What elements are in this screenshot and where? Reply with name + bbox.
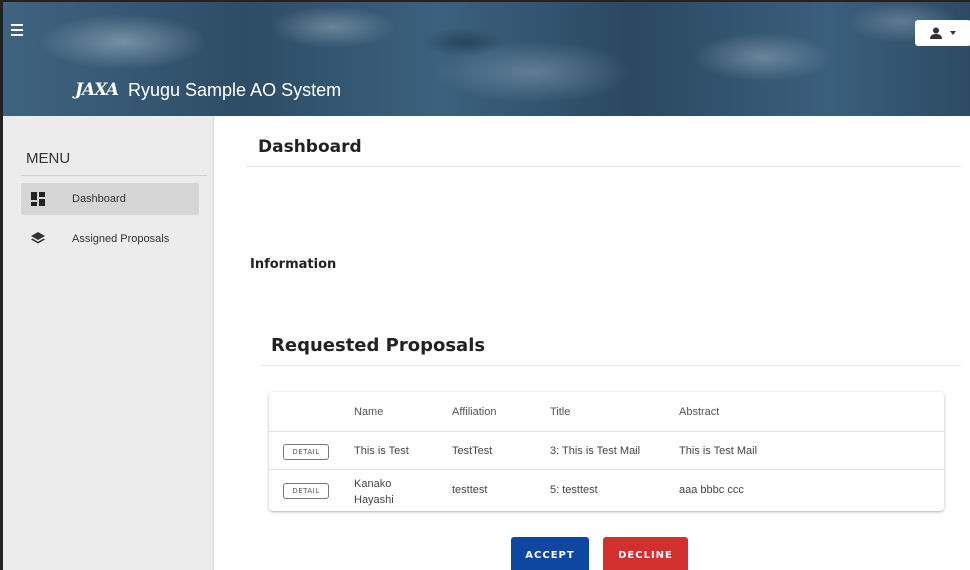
row-divider: [269, 469, 944, 470]
decline-button[interactable]: DECLINE: [603, 537, 688, 570]
layers-icon: [31, 232, 45, 244]
column-header-title: Title: [550, 406, 571, 418]
cell-name: Kanako Hayashi: [354, 476, 394, 508]
user-menu-button[interactable]: [915, 20, 970, 46]
sidebar-item-label: Dashboard: [72, 193, 126, 205]
proposals-table: Name Affiliation Title Abstract DETAIL T…: [269, 392, 944, 511]
cell-abstract: This is Test Mail: [679, 445, 758, 457]
chevron-down-icon: [950, 31, 956, 35]
cell-affiliation: testtest: [452, 484, 488, 496]
menu-heading: MENU: [26, 150, 71, 167]
cell-name-first: Kanako: [354, 478, 392, 490]
user-icon: [930, 27, 942, 39]
header-banner: JAXA Ryugu Sample AO System: [3, 2, 970, 116]
column-header-affiliation: Affiliation: [452, 406, 497, 418]
row-divider: [269, 431, 944, 432]
cell-title: 5: testtest: [550, 484, 598, 496]
column-header-name: Name: [354, 406, 384, 418]
divider: [246, 166, 961, 167]
app-title: Ryugu Sample AO System: [128, 80, 342, 100]
divider: [261, 365, 961, 366]
detail-button[interactable]: DETAIL: [283, 444, 329, 460]
accept-button[interactable]: ACCEPT: [511, 537, 589, 570]
sidebar-item-dashboard[interactable]: Dashboard: [21, 183, 199, 215]
cell-abstract: aaa bbbc ccc: [679, 484, 744, 496]
cell-affiliation: TestTest: [452, 445, 493, 457]
app-window: JAXA Ryugu Sample AO System MENU Dashboa…: [0, 0, 970, 570]
dashboard-icon: [31, 192, 45, 206]
page-title: Dashboard: [258, 137, 362, 157]
jaxa-logo: JAXA: [75, 80, 119, 100]
cell-title: 3: This is Test Mail: [550, 445, 641, 457]
requested-proposals-heading: Requested Proposals: [271, 335, 486, 356]
cell-name-last: Hayashi: [354, 494, 394, 506]
cell-name: This is Test: [354, 445, 409, 457]
sidebar-item-assigned-proposals[interactable]: Assigned Proposals: [21, 223, 199, 255]
sidebar-item-label: Assigned Proposals: [72, 233, 170, 245]
detail-button[interactable]: DETAIL: [283, 483, 329, 499]
information-heading: Information: [250, 257, 337, 272]
hamburger-menu-icon[interactable]: [11, 24, 27, 38]
menu-divider: [21, 175, 207, 176]
column-header-abstract: Abstract: [679, 406, 720, 418]
